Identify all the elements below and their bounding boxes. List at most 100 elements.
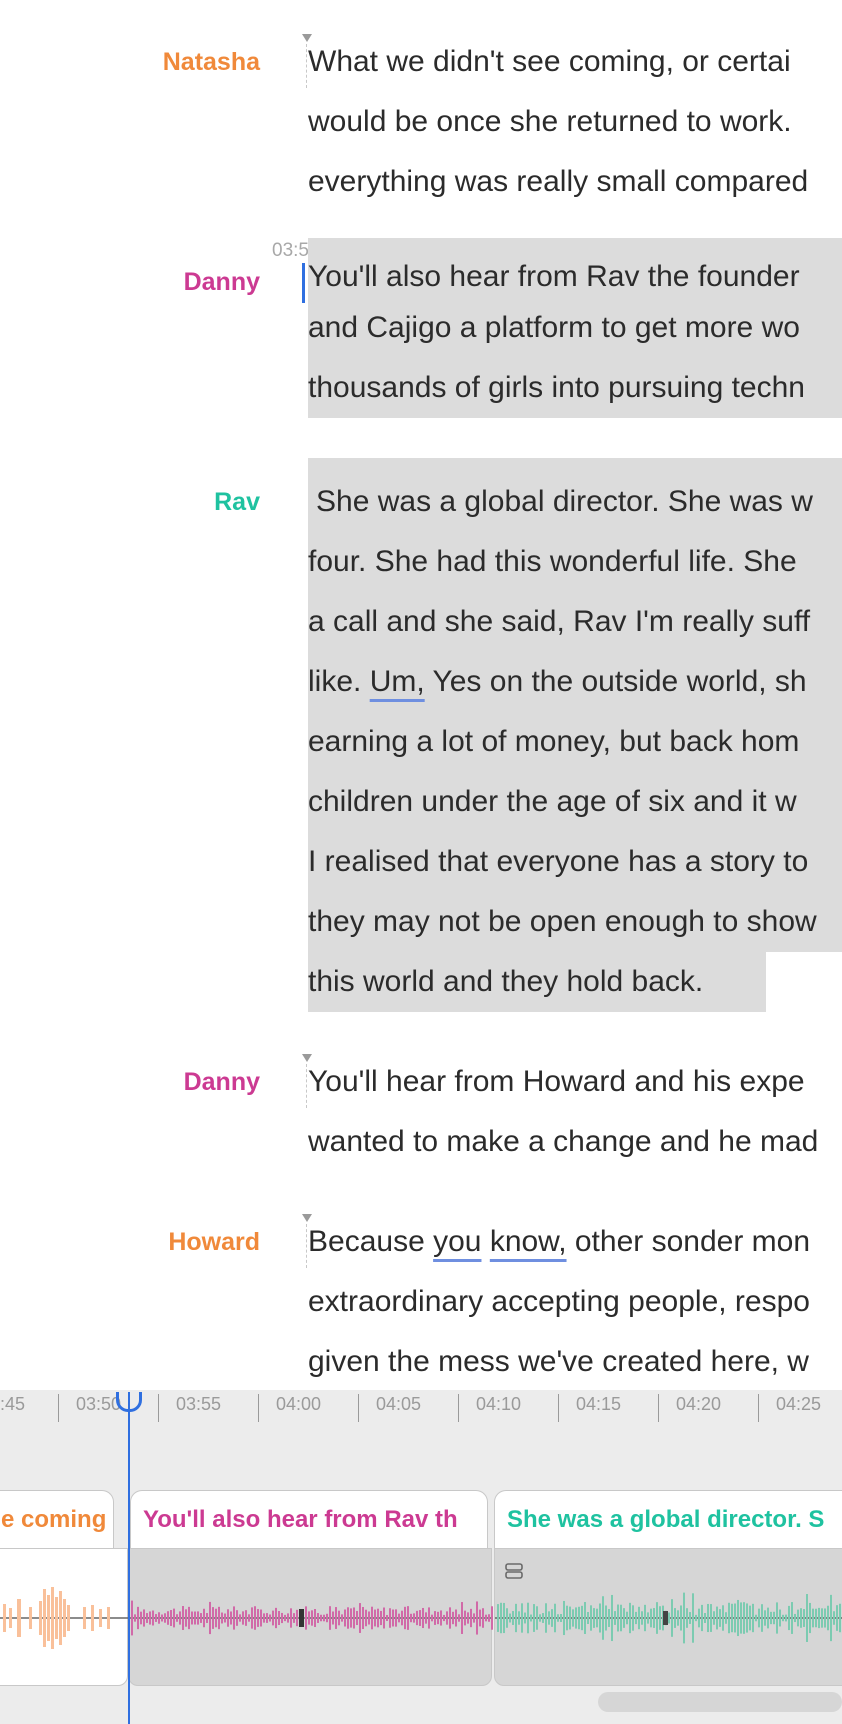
waveform-bar xyxy=(143,1609,145,1627)
waveform-bar xyxy=(719,1609,721,1627)
waveform-bar xyxy=(581,1605,583,1631)
waveform-bar xyxy=(497,1604,499,1632)
waveform-bar xyxy=(563,1600,565,1636)
waveform-bar xyxy=(812,1608,814,1628)
tick-mark xyxy=(258,1394,259,1422)
waveform-bar xyxy=(722,1605,724,1631)
waveform-bar xyxy=(269,1614,271,1622)
clip-track[interactable]: e coming You'll also hear from Rav th Sh… xyxy=(0,1490,842,1686)
waveform-bar xyxy=(482,1608,484,1628)
waveform-bar xyxy=(476,1601,478,1635)
waveform-bar xyxy=(752,1603,754,1633)
paragraph-text[interactable]: Because you know, other sonder mon extra… xyxy=(308,1212,842,1390)
waveform-bar xyxy=(236,1610,238,1626)
waveform-bar xyxy=(575,1607,577,1629)
paragraph-guide xyxy=(306,1064,307,1108)
tick-label: 04:15 xyxy=(576,1394,622,1414)
paragraph-line: this world and they hold back. xyxy=(308,952,842,1012)
waveform-bar xyxy=(554,1603,556,1633)
waveform-bar xyxy=(362,1606,364,1630)
clip-title-tab[interactable]: You'll also hear from Rav th xyxy=(130,1490,488,1548)
waveform-bar xyxy=(428,1607,430,1629)
clip-waveform[interactable] xyxy=(0,1548,129,1686)
waveform-bar xyxy=(596,1608,598,1628)
waveform-bar xyxy=(521,1603,523,1633)
waveform-bar xyxy=(347,1607,349,1629)
waveform-bar xyxy=(296,1609,298,1627)
waveform-bar xyxy=(389,1608,391,1628)
timeline-panel[interactable]: :45 03:50 03:55 04:00 04:05 04:10 04:15 … xyxy=(0,1390,842,1724)
waveform-bar xyxy=(515,1603,517,1633)
waveform-bar xyxy=(290,1608,292,1628)
speaker-label[interactable]: Danny xyxy=(60,252,260,312)
waveform-bar xyxy=(680,1605,682,1631)
paragraph-text[interactable]: She was a global director. She was w fou… xyxy=(308,458,842,1012)
waveform-bar xyxy=(617,1604,619,1632)
waveform-bar xyxy=(518,1611,520,1625)
waveform-bar xyxy=(620,1604,622,1632)
waveform-bar xyxy=(200,1613,202,1623)
waveform-bar xyxy=(728,1602,730,1634)
filler-word[interactable]: Um, xyxy=(370,665,425,698)
waveform-bar xyxy=(278,1611,280,1625)
speaker-label[interactable]: Rav xyxy=(60,472,260,532)
waveform-bar xyxy=(572,1609,574,1627)
waveform-bar xyxy=(149,1611,151,1625)
waveform-bar xyxy=(707,1603,709,1633)
waveform-bar xyxy=(422,1607,424,1629)
speaker-label[interactable]: Howard xyxy=(60,1212,260,1272)
waveform-bar xyxy=(584,1602,586,1634)
waveform-bar xyxy=(305,1606,307,1630)
filler-word[interactable]: know, xyxy=(490,1225,567,1258)
clip-title-tab[interactable]: e coming xyxy=(0,1490,114,1548)
waveform-bar xyxy=(275,1607,277,1629)
waveform-bar xyxy=(170,1610,172,1626)
split-icon[interactable] xyxy=(505,1562,523,1580)
waveform-bar xyxy=(488,1614,490,1622)
paragraph-text[interactable]: You'll hear from Howard and his expe wan… xyxy=(308,1052,842,1172)
waveform-bar xyxy=(605,1605,607,1631)
waveform-bar xyxy=(410,1613,412,1623)
waveform-bar xyxy=(152,1610,154,1626)
waveform-bar xyxy=(176,1614,178,1622)
waveform-bar xyxy=(467,1612,469,1624)
waveform-bar xyxy=(461,1602,463,1634)
waveform-bar xyxy=(647,1612,649,1624)
waveform-bar xyxy=(434,1611,436,1625)
waveform-bar xyxy=(359,1603,361,1633)
waveform-bar xyxy=(440,1610,442,1626)
paragraph-line: thousands of girls into pursuing techn xyxy=(308,371,805,404)
waveform-bar xyxy=(233,1606,235,1630)
waveform-bar xyxy=(674,1608,676,1628)
tick-mark xyxy=(158,1394,159,1422)
waveform-bar xyxy=(560,1614,562,1622)
waveform-bar xyxy=(179,1611,181,1625)
paragraph-guide xyxy=(306,1224,307,1268)
horizontal-scrollbar[interactable] xyxy=(598,1692,842,1712)
waveform-bar xyxy=(608,1609,610,1627)
waveform-bar xyxy=(803,1609,805,1627)
waveform-bar xyxy=(344,1609,346,1627)
waveform-bar xyxy=(209,1601,211,1635)
paragraph-line: What we didn't see coming, or certai xyxy=(308,45,791,78)
waveform-bar xyxy=(668,1612,670,1624)
waveform-bar xyxy=(776,1602,778,1634)
waveform-bar xyxy=(377,1608,379,1628)
waveform-bar xyxy=(737,1599,739,1637)
speaker-label[interactable]: Natasha xyxy=(60,32,260,92)
waveform-bar xyxy=(794,1613,796,1623)
waveform-bar xyxy=(383,1607,385,1629)
waveform-bar xyxy=(824,1608,826,1628)
waveform-bar xyxy=(836,1605,838,1631)
speaker-label[interactable]: Danny xyxy=(60,1052,260,1112)
paragraph-text[interactable]: What we didn't see coming, or certai wou… xyxy=(308,32,842,212)
filler-word[interactable]: you xyxy=(433,1225,481,1258)
waveform-bar xyxy=(692,1593,694,1643)
waveform-bar xyxy=(749,1605,751,1631)
clip-title-tab[interactable]: She was a global director. S xyxy=(494,1490,842,1548)
clip-waveform[interactable] xyxy=(494,1548,842,1686)
text-cursor xyxy=(302,263,305,303)
clip-waveform[interactable] xyxy=(128,1548,493,1686)
paragraph-text[interactable]: You'll also hear from Rav the founder an… xyxy=(308,238,842,418)
playhead-line[interactable] xyxy=(128,1392,130,1724)
